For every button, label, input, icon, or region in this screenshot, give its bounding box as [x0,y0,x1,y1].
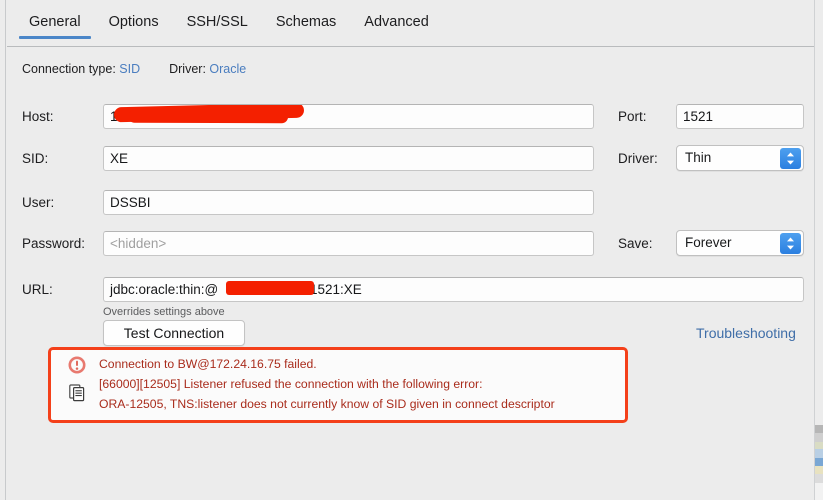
chevron-updown-icon[interactable] [780,148,801,169]
driver-select-value: Thin [685,150,712,165]
troubleshooting-label: Troubleshooting [696,325,796,341]
driver-type-value[interactable]: Oracle [209,62,246,76]
port-input[interactable]: 1521 [676,104,804,129]
sliver-band [815,442,823,449]
tab-schemas-label: Schemas [275,14,337,30]
test-connection-label: Test Connection [123,325,225,341]
error-circle-icon [68,356,86,374]
tab-options-label: Options [108,14,159,30]
error-line-2: [66000][12505] Listener refused the conn… [99,377,483,391]
sliver-band [815,425,823,433]
save-select-value: Forever [685,235,732,250]
sid-input[interactable]: XE [103,146,594,171]
driver-select[interactable]: Thin [676,145,804,171]
host-label: Host: [22,109,54,124]
port-label: Port: [618,109,647,124]
connection-type-value[interactable]: SID [119,62,140,76]
tab-advanced[interactable]: Advanced [350,11,443,47]
connection-settings-dialog: General Options SSH/SSL Schemas Advanced… [0,0,823,500]
sliver-band [815,466,823,474]
user-input[interactable]: DSSBI [103,190,594,215]
tab-advanced-label: Advanced [364,14,429,30]
test-connection-button[interactable]: Test Connection [103,320,245,346]
tab-ssh-ssl-label: SSH/SSL [186,14,248,30]
chevron-updown-icon[interactable] [780,233,801,254]
url-label: URL: [22,282,53,297]
error-line-1: Connection to BW@172.24.16.75 failed. [99,357,317,371]
error-message-box: Connection to BW@172.24.16.75 failed. [6… [48,347,628,423]
sliver-band [815,433,823,442]
url-redaction-mark [226,281,314,295]
troubleshooting-link[interactable]: Troubleshooting [696,325,796,341]
sliver-band [815,474,823,483]
connection-type-label: Connection type: [22,62,116,76]
password-input-placeholder: <hidden> [110,236,167,251]
copy-icon[interactable] [69,384,86,402]
row-host-port: Host: 172.2 Port: 1521 [0,88,823,130]
user-label: User: [22,195,55,210]
tab-options[interactable]: Options [95,11,173,47]
save-label: Save: [618,236,653,251]
url-input-suffix: :1521:XE [306,282,362,297]
row-password-save: Password: <hidden> Save: Forever [0,214,823,256]
sid-label: SID: [22,151,49,166]
adjacent-window-sliver [814,0,823,500]
driver-label: Driver: [618,151,658,166]
row-user: User: DSSBI [0,172,823,215]
url-input[interactable]: jdbc:oracle:thin:@ :1521:XE [103,277,804,302]
host-input[interactable]: 172.2 [103,104,594,129]
user-input-value: DSSBI [110,195,151,210]
driver-type-label: Driver: [169,62,206,76]
save-select[interactable]: Forever [676,230,804,256]
row-sid-driver: SID: XE Driver: Thin [0,130,823,172]
password-input[interactable]: <hidden> [103,231,594,256]
sliver-band [815,483,823,500]
sliver-band [815,0,823,425]
sliver-band [815,449,823,458]
connection-type-row: Connection type: SID Driver: Oracle [22,62,246,76]
url-input-prefix: jdbc:oracle:thin:@ [110,282,219,297]
sid-input-value: XE [110,151,129,166]
tab-general[interactable]: General [15,11,95,47]
tab-general-label: General [29,14,81,30]
host-redaction-mark [113,105,305,123]
error-line-3: ORA-12505, TNS:listener does not current… [99,397,555,411]
tab-bar: General Options SSH/SSL Schemas Advanced [7,0,814,47]
password-label: Password: [22,236,86,251]
error-text-block: Connection to BW@172.24.16.75 failed. [6… [99,354,619,414]
tab-schemas[interactable]: Schemas [262,11,350,47]
port-input-value: 1521 [683,109,714,124]
connection-form: Host: 172.2 Port: 1521 SID: XE Driver: T… [0,88,823,318]
sliver-band [815,458,823,466]
url-hint: Overrides settings above [103,306,225,318]
tab-ssh-ssl[interactable]: SSH/SSL [173,11,262,47]
row-url: URL: jdbc:oracle:thin:@ :1521:XE Override… [0,256,823,318]
